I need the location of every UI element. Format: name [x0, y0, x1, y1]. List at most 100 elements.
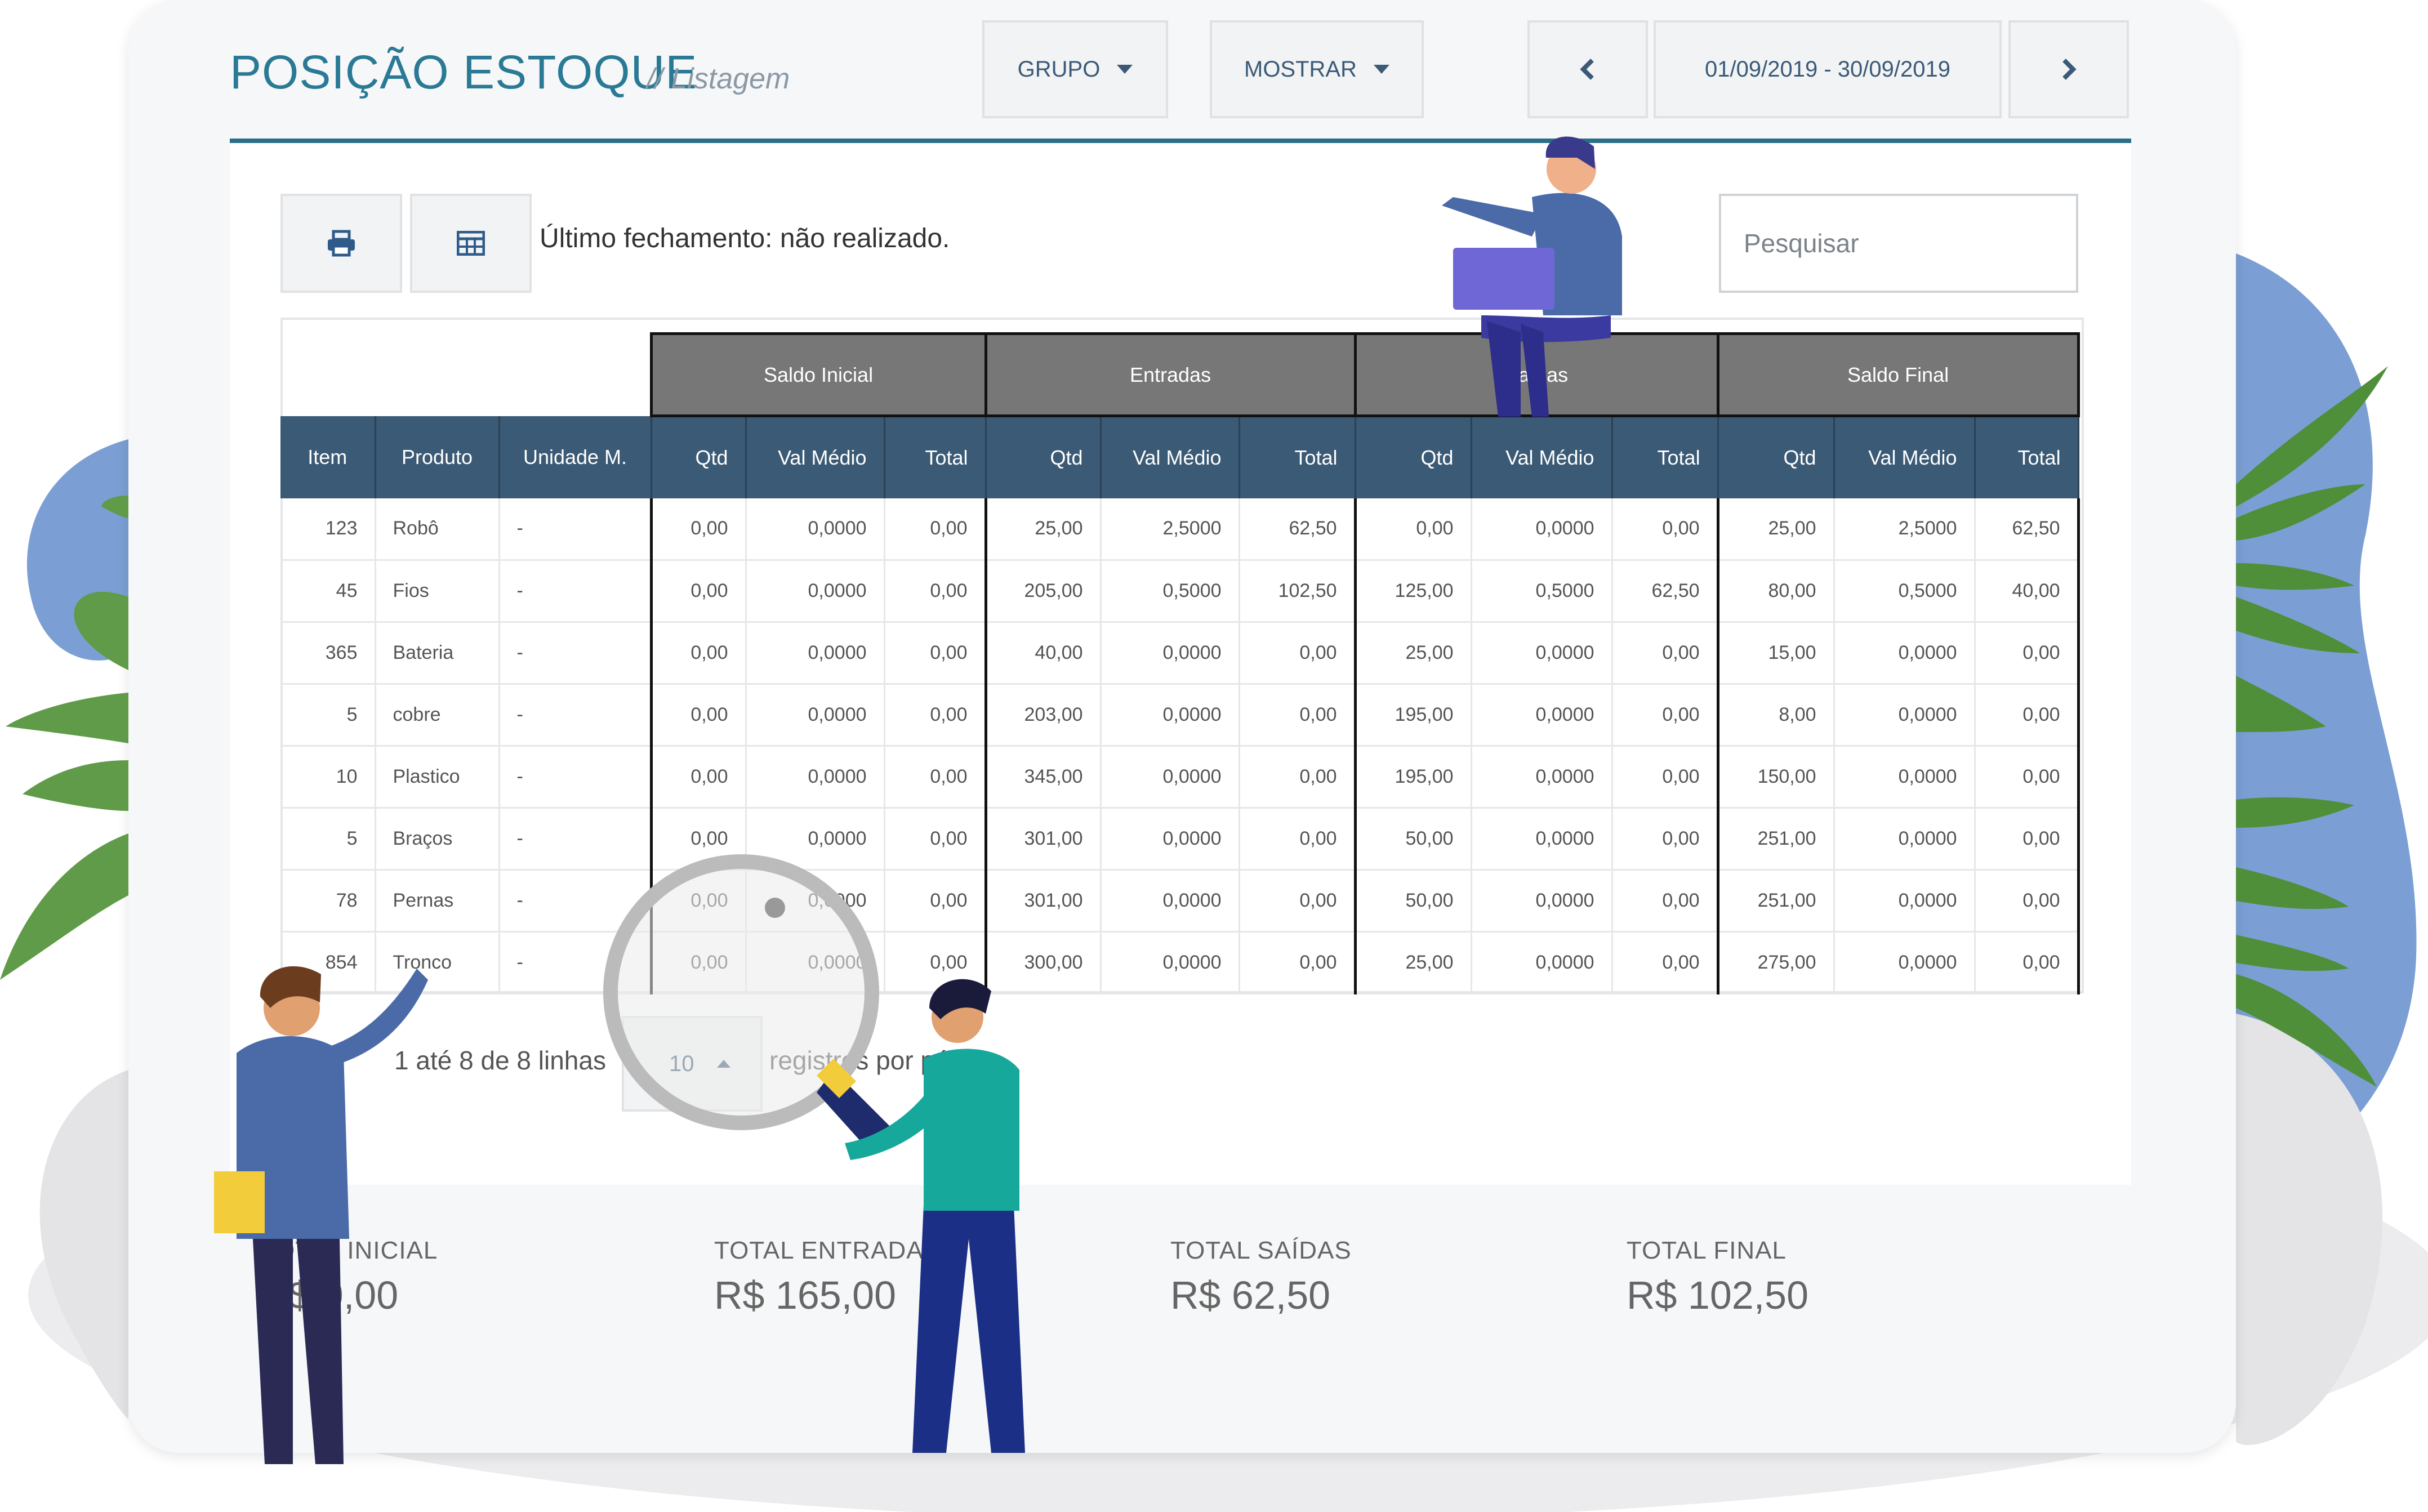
- table-cell: 62,50: [1612, 560, 1719, 623]
- table-cell: 10: [280, 746, 376, 809]
- col-header-val-medio[interactable]: Val Médio: [1101, 416, 1240, 498]
- col-header-total[interactable]: Total: [1612, 416, 1719, 498]
- print-button[interactable]: [280, 194, 402, 293]
- table-cell: 125,00: [1353, 560, 1472, 623]
- search-input[interactable]: [1719, 194, 2078, 293]
- table-cell: 0,0000: [1834, 622, 1976, 685]
- table-cell: 0,00: [1612, 684, 1719, 747]
- table-cell: 123: [280, 498, 376, 561]
- table-cell: 0,0000: [746, 746, 885, 809]
- col-header-produto[interactable]: Produto: [375, 416, 500, 498]
- col-header-qtd[interactable]: Qtd: [986, 416, 1102, 498]
- table-cell: 300,00: [984, 931, 1102, 994]
- col-header-val-medio[interactable]: Val Médio: [1471, 416, 1613, 498]
- table-cell: 0,5000: [1834, 560, 1976, 623]
- table-cell: 0,00: [884, 746, 987, 809]
- table-cell: 0,00: [1975, 684, 2080, 747]
- table-cell: 0,5000: [1471, 560, 1613, 623]
- column-header-row: Item Produto Unidade M. Qtd Val Médio To…: [280, 416, 2079, 498]
- table-cell: 203,00: [984, 684, 1102, 747]
- table-cell: 0,0000: [1101, 746, 1240, 809]
- date-range-button[interactable]: 01/09/2019 - 30/09/2019: [1654, 20, 2002, 118]
- table-cell: -: [499, 746, 652, 809]
- col-header-item[interactable]: Item: [280, 416, 376, 498]
- table-cell: 0,00: [1353, 498, 1472, 561]
- total-inicial-label: TOTAL INICIAL: [260, 1237, 438, 1264]
- page-size-value: 10: [669, 1051, 694, 1076]
- table-cell: cobre: [375, 684, 500, 747]
- total-final-label: TOTAL FINAL: [1627, 1237, 1787, 1264]
- table-cell: 0,0000: [1834, 746, 1976, 809]
- caret-down-icon: [1117, 65, 1133, 74]
- table-cell: 0,00: [1239, 869, 1356, 933]
- print-icon: [328, 230, 355, 257]
- table-cell: 0,0000: [1101, 622, 1240, 685]
- table-cell: 0,0000: [1471, 746, 1613, 809]
- table-cell: 25,00: [984, 498, 1102, 561]
- page-size-select[interactable]: 10: [622, 1016, 763, 1112]
- table-cell: 80,00: [1716, 560, 1835, 623]
- table-cell: 251,00: [1716, 869, 1835, 933]
- table-cell: 854: [280, 931, 376, 994]
- table-cell: 0,00: [884, 560, 987, 623]
- total-inicial-value: R$ 0,00: [260, 1273, 399, 1317]
- col-header-total[interactable]: Total: [884, 416, 987, 498]
- group-header-entradas: Entradas: [984, 332, 1357, 417]
- col-header-qtd[interactable]: Qtd: [651, 416, 747, 498]
- table-cell: 195,00: [1353, 746, 1472, 809]
- table-cell: 0,0000: [1471, 622, 1613, 685]
- group-dropdown-button[interactable]: GRUPO: [982, 20, 1168, 118]
- table-cell: 0,00: [649, 498, 747, 561]
- table-cell: 0,00: [1975, 808, 2080, 871]
- table-cell: 345,00: [984, 746, 1102, 809]
- table-cell: 0,00: [1239, 622, 1356, 685]
- chevron-left-icon: [1580, 59, 1594, 80]
- table-cell: 0,0000: [1471, 808, 1613, 871]
- table-cell: 0,00: [1975, 869, 2080, 933]
- table-row: 365 Bateria -0,00 0,0000 0,00 40,00 0,0000 0,00…: [280, 622, 2080, 685]
- col-header-val-medio[interactable]: Val Médio: [746, 416, 885, 498]
- table-cell: Pernas: [375, 869, 500, 933]
- table-cell: 0,0000: [746, 869, 885, 933]
- page-subtitle: // Listagem: [647, 63, 790, 95]
- table-cell: 365: [280, 622, 376, 685]
- next-period-button[interactable]: [2008, 20, 2129, 118]
- group-header-blank: [280, 334, 651, 416]
- table-cell: 50,00: [1353, 869, 1472, 933]
- group-header-saldo-inicial: Saldo Inicial: [649, 332, 987, 417]
- table-row: 78 Pernas -0,00 0,0000 0,00 301,00 0,0000 0,00 5…: [280, 869, 2080, 933]
- total-final-value: R$ 102,50: [1627, 1273, 1809, 1317]
- table-cell: 15,00: [1716, 622, 1835, 685]
- table-cell: 2,5000: [1834, 498, 1976, 561]
- show-dropdown-button[interactable]: MOSTRAR: [1210, 20, 1424, 118]
- table-row: 854 Tronco -0,00 0,0000 0,00 300,00 0,0000 0,00…: [280, 931, 2080, 994]
- table-cell: 0,00: [1612, 931, 1719, 994]
- prev-period-button[interactable]: [1527, 20, 1648, 118]
- table-cell: 8,00: [1716, 684, 1835, 747]
- col-header-total[interactable]: Total: [1239, 416, 1356, 498]
- table-cell: 0,00: [1239, 931, 1356, 994]
- table-cell: 0,0000: [1471, 869, 1613, 933]
- col-header-val-medio[interactable]: Val Médio: [1834, 416, 1976, 498]
- table-cell: Braços: [375, 808, 500, 871]
- table-cell: 205,00: [984, 560, 1102, 623]
- pagination-summary: 1 até 8 de 8 linhas: [394, 1046, 606, 1075]
- table-cell: Plastico: [375, 746, 500, 809]
- per-page-label: registros por página: [769, 1046, 999, 1075]
- col-header-total[interactable]: Total: [1975, 416, 2079, 498]
- table-cell: 251,00: [1716, 808, 1835, 871]
- table-cell: -: [499, 498, 652, 561]
- col-header-qtd[interactable]: Qtd: [1718, 416, 1835, 498]
- col-header-unidade[interactable]: Unidade M.: [499, 416, 652, 498]
- table-cell: 0,00: [649, 746, 747, 809]
- col-header-qtd[interactable]: Qtd: [1355, 416, 1472, 498]
- table-cell: 0,0000: [1834, 684, 1976, 747]
- table-cell: 195,00: [1353, 684, 1472, 747]
- caret-up-icon: [716, 1060, 730, 1068]
- table-cell: 62,50: [1239, 498, 1356, 561]
- table-cell: Robô: [375, 498, 500, 561]
- table-cell: 0,0000: [1101, 808, 1240, 871]
- table-cell: 301,00: [984, 869, 1102, 933]
- export-table-button[interactable]: [410, 194, 532, 293]
- total-entradas-value: R$ 165,00: [714, 1273, 897, 1317]
